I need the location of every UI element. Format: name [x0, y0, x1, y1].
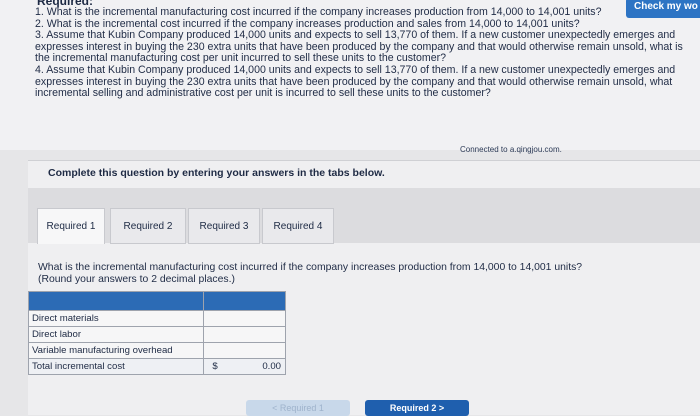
total-label: Total incremental cost [27, 358, 205, 375]
tab-required-2[interactable]: Required 2 [110, 208, 186, 244]
instructions-text: Complete this question by entering your … [48, 167, 385, 179]
question-item: 3. Assume that Kubin Company produced 14… [35, 29, 683, 65]
total-value: 0.00 [262, 361, 281, 372]
table-row: Direct labor [27, 326, 286, 343]
question-prompt: What is the incremental manufacturing co… [38, 262, 678, 286]
direct-labor-input[interactable] [203, 326, 286, 343]
variable-overhead-input[interactable] [203, 342, 286, 359]
table-header-cell [203, 291, 286, 311]
question-item: 4. Assume that Kubin Company produced 14… [35, 63, 676, 100]
row-label: Direct materials [27, 310, 205, 327]
tab-required-1[interactable]: Required 1 [37, 208, 105, 244]
prompt-text: What is the incremental manufacturing co… [38, 262, 583, 273]
table-row: Direct materials [27, 310, 286, 327]
direct-materials-input[interactable] [203, 310, 286, 327]
question-area: Required: Check my wo 1. What is the inc… [0, 0, 700, 150]
row-label: Direct labor [27, 326, 205, 343]
currency-symbol: $ [212, 361, 218, 372]
table-header-cell [27, 291, 205, 311]
row-label: Variable manufacturing overhead [27, 342, 205, 359]
total-row: Total incremental cost $ 0.00 [27, 358, 286, 375]
tab-required-3[interactable]: Required 3 [188, 208, 260, 244]
connected-note: Connected to a.qingjou.com. [460, 145, 562, 154]
question-item: 1. What is the incremental manufacturing… [35, 6, 602, 18]
table-row: Variable manufacturing overhead [27, 342, 286, 359]
rounding-note: (Round your answers to 2 decimal places.… [38, 274, 235, 285]
table-header-row [27, 291, 286, 311]
total-value-cell: $ 0.00 [203, 358, 286, 375]
tab-required-4[interactable]: Required 4 [262, 208, 334, 244]
question-list: 1. What is the incremental manufacturing… [35, 6, 700, 100]
answer-table: Direct materials Direct labor Variable m… [27, 291, 286, 375]
